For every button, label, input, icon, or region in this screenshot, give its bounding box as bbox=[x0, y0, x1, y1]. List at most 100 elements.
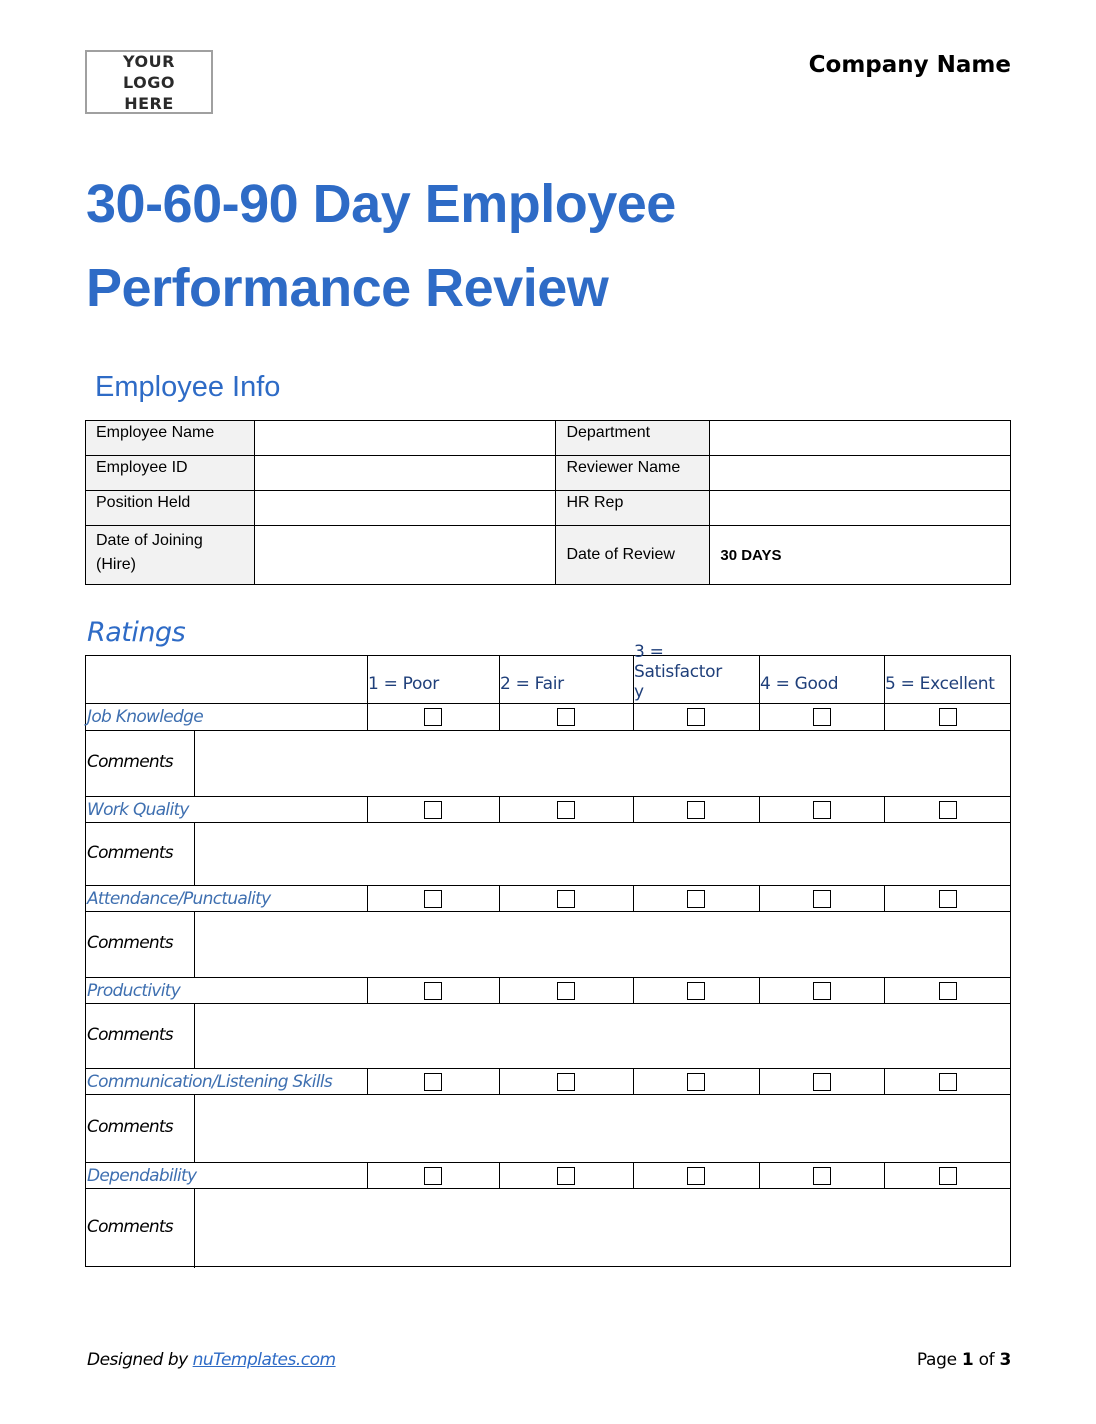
rating-checkbox-1[interactable] bbox=[424, 890, 442, 908]
row-divider bbox=[86, 1162, 1010, 1163]
column-divider bbox=[633, 1069, 634, 1095]
rating-checkbox-4[interactable] bbox=[813, 982, 831, 1000]
rating-checkbox-2[interactable] bbox=[557, 890, 575, 908]
column-divider bbox=[759, 1069, 760, 1095]
document-title: 30-60-90 Day Employee Performance Review bbox=[86, 162, 676, 330]
reviewer-name-field[interactable] bbox=[709, 455, 1011, 491]
date-of-joining-label: Date of Joining (Hire) bbox=[85, 525, 255, 585]
rating-checkbox-5[interactable] bbox=[939, 1167, 957, 1185]
rating-checkbox-4[interactable] bbox=[813, 708, 831, 726]
column-divider bbox=[499, 656, 500, 704]
column-divider bbox=[759, 978, 760, 1004]
column-divider bbox=[499, 978, 500, 1004]
comments-field[interactable] bbox=[195, 731, 1010, 796]
header-divider bbox=[86, 703, 1010, 704]
rating-checkbox-5[interactable] bbox=[939, 708, 957, 726]
comments-label: Comments bbox=[87, 1217, 174, 1237]
column-divider bbox=[499, 704, 500, 731]
scale-header-3-text: 3 = Satisfactory bbox=[634, 642, 722, 702]
column-divider bbox=[499, 797, 500, 823]
employee-info-table: Employee Name Department Employee ID Rev… bbox=[85, 420, 1011, 585]
scale-header-4: 4 = Good bbox=[760, 674, 839, 694]
rating-checkbox-2[interactable] bbox=[557, 708, 575, 726]
rating-checkbox-5[interactable] bbox=[939, 890, 957, 908]
rating-checkbox-3[interactable] bbox=[687, 1167, 705, 1185]
rating-checkbox-1[interactable] bbox=[424, 801, 442, 819]
employee-name-field[interactable] bbox=[253, 420, 557, 456]
rating-checkbox-4[interactable] bbox=[813, 801, 831, 819]
rating-checkbox-2[interactable] bbox=[557, 982, 575, 1000]
column-divider bbox=[884, 886, 885, 912]
date-of-review-label: Date of Review bbox=[555, 525, 711, 585]
designer-link[interactable]: nuTemplates.com bbox=[193, 1350, 336, 1370]
criterion-label: Productivity bbox=[87, 981, 181, 1001]
rating-checkbox-2[interactable] bbox=[557, 1167, 575, 1185]
scale-header-1: 1 = Poor bbox=[368, 674, 439, 694]
info-row: Date of Joining (Hire) Date of Review 30… bbox=[85, 525, 1011, 585]
comments-label: Comments bbox=[87, 933, 174, 953]
rating-checkbox-4[interactable] bbox=[813, 1167, 831, 1185]
logo-placeholder: YOUR LOGO HERE bbox=[85, 50, 213, 114]
comments-field[interactable] bbox=[195, 912, 1010, 977]
rating-checkbox-1[interactable] bbox=[424, 1167, 442, 1185]
info-row: Employee ID Reviewer Name bbox=[85, 455, 1011, 491]
comments-label: Comments bbox=[87, 752, 174, 772]
position-held-field[interactable] bbox=[253, 490, 557, 526]
hr-rep-label: HR Rep bbox=[555, 490, 711, 526]
page-current: 1 bbox=[961, 1350, 974, 1370]
column-divider bbox=[884, 978, 885, 1004]
rating-checkbox-1[interactable] bbox=[424, 982, 442, 1000]
employee-info-heading: Employee Info bbox=[95, 371, 281, 403]
comments-field[interactable] bbox=[195, 1004, 1010, 1068]
rating-checkbox-2[interactable] bbox=[557, 801, 575, 819]
comments-field[interactable] bbox=[195, 823, 1010, 885]
column-divider bbox=[884, 1069, 885, 1095]
comments-field[interactable] bbox=[195, 1189, 1010, 1267]
rating-checkbox-3[interactable] bbox=[687, 708, 705, 726]
department-label: Department bbox=[555, 420, 711, 456]
footer-credit: Designed by nuTemplates.com bbox=[87, 1350, 336, 1370]
employee-name-label: Employee Name bbox=[85, 420, 255, 456]
column-divider bbox=[884, 704, 885, 731]
designed-by-label: Designed by bbox=[87, 1350, 188, 1370]
rating-checkbox-1[interactable] bbox=[424, 708, 442, 726]
comments-label: Comments bbox=[87, 1025, 174, 1045]
column-divider bbox=[367, 886, 368, 912]
scale-header-5: 5 = Excellent bbox=[885, 674, 995, 694]
page-indicator: Page 1 of 3 bbox=[917, 1350, 1011, 1370]
comments-field[interactable] bbox=[195, 1095, 1010, 1162]
rating-checkbox-5[interactable] bbox=[939, 982, 957, 1000]
rating-checkbox-3[interactable] bbox=[687, 801, 705, 819]
scale-header-2: 2 = Fair bbox=[500, 674, 564, 694]
column-divider bbox=[884, 656, 885, 704]
rating-checkbox-3[interactable] bbox=[687, 890, 705, 908]
rating-checkbox-3[interactable] bbox=[687, 1073, 705, 1091]
criterion-label: Dependability bbox=[87, 1166, 197, 1186]
title-line-1: 30-60-90 Day Employee bbox=[86, 174, 676, 234]
rating-checkbox-1[interactable] bbox=[424, 1073, 442, 1091]
date-of-joining-field[interactable] bbox=[253, 525, 557, 585]
column-divider bbox=[759, 704, 760, 731]
criterion-label: Work Quality bbox=[87, 800, 189, 820]
criterion-label: Communication/Listening Skills bbox=[87, 1072, 333, 1092]
title-line-2: Performance Review bbox=[86, 258, 609, 318]
hr-rep-field[interactable] bbox=[709, 490, 1011, 526]
rating-checkbox-3[interactable] bbox=[687, 982, 705, 1000]
rating-checkbox-5[interactable] bbox=[939, 801, 957, 819]
date-of-review-value[interactable]: 30 DAYS bbox=[709, 525, 1011, 585]
ratings-table: 1 = Poor 2 = Fair 3 = Satisfactory 4 = G… bbox=[85, 642, 1011, 1268]
employee-id-field[interactable] bbox=[253, 455, 557, 491]
rating-checkbox-4[interactable] bbox=[813, 1073, 831, 1091]
column-divider bbox=[884, 797, 885, 823]
column-divider bbox=[499, 886, 500, 912]
info-row: Employee Name Department bbox=[85, 420, 1011, 456]
rating-checkbox-2[interactable] bbox=[557, 1073, 575, 1091]
department-field[interactable] bbox=[709, 420, 1011, 456]
column-divider bbox=[633, 978, 634, 1004]
page-label: Page bbox=[916, 1350, 957, 1370]
rating-checkbox-4[interactable] bbox=[813, 890, 831, 908]
column-divider bbox=[367, 797, 368, 823]
rating-checkbox-5[interactable] bbox=[939, 1073, 957, 1091]
logo-text: YOUR LOGO HERE bbox=[123, 51, 175, 113]
column-divider bbox=[367, 1163, 368, 1189]
